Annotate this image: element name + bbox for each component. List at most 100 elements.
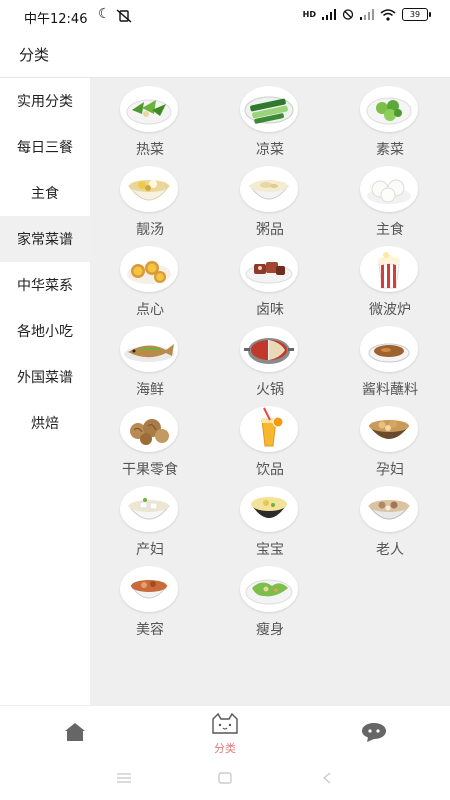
category-staple-food[interactable]: 主食 [340, 162, 440, 242]
category-sauces[interactable]: 酱料蘸料 [340, 322, 440, 402]
orange-drink-icon [240, 406, 298, 452]
category-drinks[interactable]: 饮品 [220, 402, 320, 482]
bottom-tab-bar: 分类 [0, 705, 450, 764]
sidebar-item-label: 主食 [31, 186, 59, 202]
category-vegetarian[interactable]: 素菜 [340, 82, 440, 162]
wifi-icon [380, 8, 396, 21]
stew-pot-icon [360, 406, 418, 452]
sidebar-item-local-snacks[interactable]: 各地小吃 [0, 308, 90, 354]
category-label: 素菜 [376, 142, 404, 158]
category-label: 火锅 [256, 382, 284, 398]
category-pregnant[interactable]: 孕妇 [340, 402, 440, 482]
walnuts-icon [120, 406, 178, 452]
battery-icon: 39 [402, 8, 431, 21]
porridge-bowl-icon [240, 166, 298, 212]
category-porridge[interactable]: 粥品 [220, 162, 320, 242]
category-hot-pot[interactable]: 火锅 [220, 322, 320, 402]
category-label: 卤味 [256, 302, 284, 318]
chat-bubble-icon [362, 723, 386, 742]
category-microwave[interactable]: 微波炉 [340, 242, 440, 322]
sidebar-item-baking[interactable]: 烘焙 [0, 400, 90, 446]
category-label: 海鲜 [136, 382, 164, 398]
tab-category-label: 分类 [214, 742, 236, 755]
sidebar-item-foreign-cuisine[interactable]: 外国菜谱 [0, 354, 90, 400]
vegetable-dish-icon [360, 86, 418, 132]
signal-icon [322, 9, 336, 20]
sidebar-item-home-cooking[interactable]: 家常菜谱 [0, 216, 90, 262]
egg-tarts-icon [120, 246, 178, 292]
category-grid: 热菜 凉菜 素菜 靓汤 粥品 主食 点心 卤味 微波炉 海鲜 火锅 酱料蘸料 干… [90, 78, 450, 705]
sidebar-item-label: 各地小吃 [17, 324, 73, 340]
sidebar-item-label: 烘焙 [31, 416, 59, 432]
battery-level: 39 [409, 10, 421, 19]
sidebar-item-label: 实用分类 [17, 94, 73, 110]
soup-bowl-icon [120, 166, 178, 212]
category-label: 干果零食 [122, 462, 178, 478]
category-label: 美容 [136, 622, 164, 638]
category-soup[interactable]: 靓汤 [100, 162, 200, 242]
category-beauty[interactable]: 美容 [100, 562, 200, 642]
category-label: 孕妇 [376, 462, 404, 478]
salad-plate-icon [240, 566, 298, 612]
tab-category[interactable]: 分类 [185, 706, 265, 764]
category-dim-sum[interactable]: 点心 [100, 242, 200, 322]
page-header: 分类 [0, 32, 450, 78]
cat-face-icon [212, 713, 238, 734]
sidebar-item-label: 每日三餐 [17, 140, 73, 156]
sidebar-item-practical[interactable]: 实用分类 [0, 78, 90, 124]
sidebar-item-staple[interactable]: 主食 [0, 170, 90, 216]
signal-weak-icon [360, 9, 374, 20]
category-label: 老人 [376, 542, 404, 558]
sidebar-item-label: 中华菜系 [17, 278, 73, 294]
popcorn-icon [360, 246, 418, 292]
tab-home[interactable] [35, 706, 115, 764]
whole-fish-icon [120, 326, 178, 372]
no-sim-icon [342, 9, 354, 20]
category-label: 微波炉 [369, 302, 411, 318]
sidebar-item-chinese-cuisine[interactable]: 中华菜系 [0, 262, 90, 308]
category-label: 酱料蘸料 [362, 382, 418, 398]
category-slimming[interactable]: 瘦身 [220, 562, 320, 642]
tab-messages[interactable] [334, 706, 414, 764]
category-cold-dishes[interactable]: 凉菜 [220, 82, 320, 162]
stir-fried-greens-icon [120, 86, 178, 132]
sauce-dish-icon [360, 326, 418, 372]
sidebar-item-label: 外国菜谱 [17, 370, 73, 386]
category-label: 凉菜 [256, 142, 284, 158]
category-hot-dishes[interactable]: 热菜 [100, 82, 200, 162]
sidebar-item-three-meals[interactable]: 每日三餐 [0, 124, 90, 170]
dessert-soup-icon [120, 566, 178, 612]
moon-icon: ☾ [98, 6, 111, 22]
category-braised[interactable]: 卤味 [220, 242, 320, 322]
sidebar-item-label: 家常菜谱 [17, 232, 73, 248]
category-label: 粥品 [256, 222, 284, 238]
category-label: 宝宝 [256, 542, 284, 558]
category-sidebar: 实用分类 每日三餐 主食 家常菜谱 中华菜系 各地小吃 外国菜谱 烘焙 [0, 78, 90, 705]
category-elderly[interactable]: 老人 [340, 482, 440, 562]
status-bar: 中午12:46 ☾ HD 39 [0, 0, 450, 32]
clay-pot-soup-icon [360, 486, 418, 532]
tofu-soup-icon [120, 486, 178, 532]
system-nav-bar [0, 763, 450, 800]
steamed-buns-icon [360, 166, 418, 212]
cold-cucumber-dish-icon [240, 86, 298, 132]
status-time: 中午12:46 [24, 12, 88, 27]
back-icon[interactable] [322, 772, 332, 784]
category-dried-fruit-snacks[interactable]: 干果零食 [100, 402, 200, 482]
category-label: 饮品 [256, 462, 284, 478]
category-baby[interactable]: 宝宝 [220, 482, 320, 562]
vibrate-off-icon [116, 9, 132, 23]
category-label: 主食 [376, 222, 404, 238]
page-title: 分类 [19, 46, 50, 64]
home-square-icon[interactable] [218, 772, 232, 784]
braised-meat-icon [240, 246, 298, 292]
category-label: 瘦身 [256, 622, 284, 638]
hot-pot-icon [240, 326, 298, 372]
category-postpartum[interactable]: 产妇 [100, 482, 200, 562]
category-label: 热菜 [136, 142, 164, 158]
menu-icon[interactable] [117, 772, 131, 784]
category-seafood[interactable]: 海鲜 [100, 322, 200, 402]
hd-badge: HD [302, 9, 316, 19]
category-label: 产妇 [136, 542, 164, 558]
category-label: 靓汤 [136, 222, 164, 238]
